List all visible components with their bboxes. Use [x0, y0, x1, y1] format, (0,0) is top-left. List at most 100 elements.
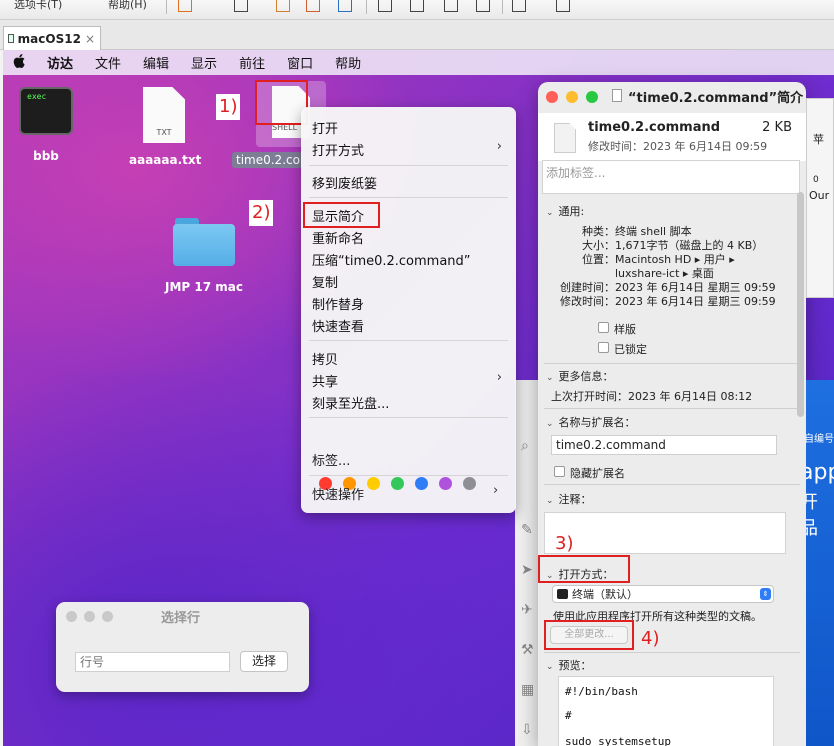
close-icon[interactable]: ×: [85, 32, 95, 46]
select-line-dialog: 选择行 选择: [56, 602, 309, 692]
tag-color-blue[interactable]: [415, 477, 428, 490]
menu-item-rename[interactable]: 重新命名: [312, 228, 364, 247]
vm-menu-help[interactable]: 帮助(H): [108, 0, 147, 12]
menu-item-copy[interactable]: 拷贝: [312, 349, 338, 368]
minimize-button[interactable]: [566, 91, 578, 103]
menu-item-duplicate[interactable]: 复制: [312, 272, 338, 291]
get-info-window: “time0.2.command”简介 time0.2.command 2 KB…: [538, 82, 806, 746]
right-window-banner: 自编号 app 开品: [806, 380, 834, 746]
scrollbar[interactable]: [797, 192, 804, 417]
menu-item-burn[interactable]: 刻录至光盘...: [312, 393, 389, 412]
window-title: “time0.2.command”简介: [628, 91, 804, 106]
menu-item-move-to-trash[interactable]: 移到废纸篓: [312, 173, 377, 192]
view-console-icon[interactable]: [378, 0, 392, 12]
chevron-down-icon: ⌄: [546, 496, 554, 506]
manage-snapshots-icon[interactable]: [338, 0, 352, 12]
chevron-down-icon: ⌄: [546, 373, 554, 383]
menu-help[interactable]: 帮助: [335, 53, 361, 72]
menu-go[interactable]: 前往: [239, 53, 265, 72]
revert-icon[interactable]: [306, 0, 320, 12]
file-modified: 修改时间：2023 年 6月14日 09:59: [588, 140, 768, 153]
search-icon: ⌕: [521, 438, 529, 454]
stationery-label: 样版: [614, 323, 636, 336]
line-number-input[interactable]: [75, 652, 230, 672]
menu-item-compress[interactable]: 压缩“time0.2.command”: [312, 250, 471, 269]
minimize-button[interactable]: [84, 611, 95, 622]
tag-color-purple[interactable]: [439, 477, 452, 490]
rocket-icon: ✈: [521, 602, 533, 618]
select-button[interactable]: 选择: [240, 651, 288, 672]
annotation-label-1: 1): [216, 94, 241, 120]
script-preview: #!/bin/bash # sudo systemsetup: [558, 676, 774, 746]
desktop-icon-jmp-folder[interactable]: JMP 17 mac: [163, 218, 245, 294]
menu-item-quick-actions[interactable]: 快速操作: [312, 484, 364, 503]
section-general[interactable]: ⌄ 通用:: [546, 203, 584, 219]
file-name: time0.2.command: [588, 120, 721, 135]
macos-menubar: 访达 文件 编辑 显示 前往 窗口 帮助: [3, 50, 834, 75]
zoom-button[interactable]: [102, 611, 113, 622]
zoom-button[interactable]: [586, 91, 598, 103]
menu-divider: [309, 197, 508, 198]
vm-menu-tabs[interactable]: 选项卡(T): [14, 0, 62, 12]
menu-item-tags[interactable]: 标签...: [312, 450, 350, 469]
close-button[interactable]: [66, 611, 77, 622]
preview-line: sudo systemsetup: [565, 735, 671, 746]
menu-edit[interactable]: 编辑: [143, 53, 169, 72]
menu-file[interactable]: 文件: [95, 53, 121, 72]
desktop-icon-label: bbb: [33, 149, 59, 163]
menu-item-open[interactable]: 打开: [312, 118, 338, 137]
locked-label: 已锁定: [614, 343, 647, 356]
menu-window[interactable]: 窗口: [287, 53, 313, 72]
chevron-updown-icon: ⇕: [760, 588, 771, 600]
close-button[interactable]: [546, 91, 558, 103]
toolbar-divider: [502, 0, 503, 14]
open-with-select[interactable]: 终端（默认） ⇕: [552, 585, 774, 603]
expand-icon[interactable]: [556, 0, 570, 12]
pause-icon[interactable]: [178, 0, 192, 12]
section-comments[interactable]: ⌄ 注释：: [546, 491, 592, 507]
annotation-label-4: 4): [641, 628, 660, 649]
send-keys-icon[interactable]: [234, 0, 248, 12]
shell-script-file-icon: [554, 123, 576, 153]
document-icon: [612, 89, 622, 102]
section-divider: [544, 408, 800, 409]
view-unity-icon[interactable]: [444, 0, 458, 12]
tag-color-gray[interactable]: [463, 477, 476, 490]
menu-item-share[interactable]: 共享: [312, 371, 338, 390]
menu-item-make-alias[interactable]: 制作替身: [312, 294, 364, 313]
preview-line: #: [565, 709, 572, 722]
section-name-extension[interactable]: ⌄ 名称与扩展名：: [546, 414, 636, 430]
chevron-down-icon: ⌄: [546, 419, 554, 429]
terminal-app-icon: [557, 589, 568, 599]
menu-view[interactable]: 显示: [191, 53, 217, 72]
locked-checkbox[interactable]: [598, 342, 609, 353]
chevron-right-icon: ›: [496, 139, 502, 154]
apple-menu-icon[interactable]: [13, 53, 25, 72]
section-preview[interactable]: ⌄ 预览：: [546, 657, 592, 673]
section-divider: [544, 363, 800, 364]
tags-field[interactable]: 添加标签...: [542, 160, 800, 194]
desktop-icon-aaaaaa-txt[interactable]: TXT aaaaaa.txt: [129, 87, 201, 167]
menu-item-quick-look[interactable]: 快速查看: [312, 316, 364, 335]
tab-macos12[interactable]: macOS12 ×: [3, 26, 101, 50]
tag-color-green[interactable]: [391, 477, 404, 490]
tag-color-yellow[interactable]: [367, 477, 380, 490]
menu-finder[interactable]: 访达: [47, 53, 73, 72]
snapshot-icon[interactable]: [276, 0, 290, 12]
view-fullscreen-icon[interactable]: [410, 0, 424, 12]
comments-field[interactable]: [544, 512, 786, 554]
vm-tab-bar: macOS12 ×: [0, 20, 834, 50]
stationery-checkbox[interactable]: [598, 322, 609, 333]
desktop-icon-bbb[interactable]: exec bbb: [18, 87, 74, 163]
chevron-right-icon: ›: [493, 483, 499, 498]
hide-extension-checkbox[interactable]: [554, 466, 565, 477]
view-stretch-icon[interactable]: [476, 0, 490, 12]
name-field[interactable]: time0.2.command: [551, 435, 777, 455]
menu-item-open-with[interactable]: 打开方式: [312, 140, 364, 159]
file-size: 2 KB: [762, 120, 792, 135]
desktop-icon-label: JMP 17 mac: [165, 280, 243, 294]
annotation-label-2: 2): [249, 200, 274, 226]
paper-plane-icon: ➤: [521, 562, 533, 578]
terminal-icon[interactable]: [512, 0, 526, 12]
section-more-info[interactable]: ⌄ 更多信息：: [546, 368, 614, 384]
